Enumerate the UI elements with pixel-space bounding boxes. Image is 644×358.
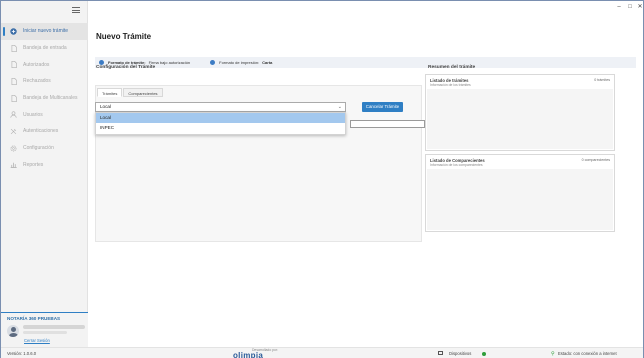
main-content: Nuevo Trámite Formato de trámite: Firma … bbox=[89, 13, 643, 347]
page-title: Nuevo Trámite bbox=[96, 32, 152, 41]
sidebar-item-label: Reportes bbox=[23, 161, 44, 168]
document-icon bbox=[10, 61, 17, 69]
app-window: Iniciar nuevo trámite Bandeja de entrada… bbox=[0, 0, 644, 358]
option-local[interactable]: Local bbox=[96, 113, 345, 123]
config-tabs: Trámites Comparecientes bbox=[97, 88, 164, 97]
sidebar-item-label: Bandeja de Multicanales bbox=[23, 95, 78, 102]
format-infobar: Formato de trámite: Firma bajo autorizac… bbox=[95, 57, 636, 68]
sidebar-item-autenticaciones[interactable]: Autenticaciones bbox=[1, 123, 88, 140]
connection-icon: ⚲ bbox=[551, 350, 555, 357]
card-body bbox=[427, 89, 613, 149]
sidebar-item-label: Iniciar nuevo trámite bbox=[23, 28, 69, 35]
card-count: 0 trámites bbox=[594, 78, 610, 82]
print-format-value: Carta bbox=[262, 60, 273, 65]
document-icon bbox=[10, 94, 17, 102]
bar-chart-icon bbox=[10, 161, 17, 169]
option-inpec[interactable]: INPEC bbox=[96, 123, 345, 133]
devices-icon bbox=[438, 351, 443, 355]
document-icon bbox=[10, 77, 17, 85]
tramite-type-options: Local INPEC bbox=[95, 112, 346, 135]
status-bar: Versión: 1.0.6.0 Desarrollado por: olimp… bbox=[1, 347, 643, 358]
avatar bbox=[7, 325, 19, 337]
connection-status: Estado: con conexión a internet bbox=[558, 351, 617, 356]
user-profile: NOTARÍA 360 PRUEBAS Cerrar Sesión bbox=[1, 312, 88, 347]
devices-link[interactable]: Dispositivos bbox=[449, 351, 471, 356]
card-subtitle: Información de los trámites bbox=[430, 83, 471, 87]
sidebar-item-label: Usuarios bbox=[23, 111, 43, 118]
sidebar-item-label: Autenticaciones bbox=[23, 128, 59, 135]
plus-circle-icon bbox=[10, 28, 17, 35]
tramite-input[interactable] bbox=[350, 120, 425, 128]
print-format-label: Formato de impresión: bbox=[219, 60, 260, 65]
sidebar-item-label: Autorizados bbox=[23, 61, 50, 68]
sidebar-item-bandeja-de-multicanales[interactable]: Bandeja de Multicanales bbox=[1, 90, 88, 107]
brand-logo: olimpia bbox=[233, 351, 264, 358]
tab-tramites[interactable]: Trámites bbox=[97, 88, 123, 97]
tramite-type-select[interactable]: Local ⌄ bbox=[95, 102, 346, 112]
chevron-down-icon: ⌄ bbox=[337, 104, 342, 110]
devices-status-dot-icon bbox=[482, 351, 486, 356]
app-version: Versión: 1.0.6.0 bbox=[7, 351, 37, 356]
sidebar: Iniciar nuevo trámite Bandeja de entrada… bbox=[1, 1, 88, 347]
logout-link[interactable]: Cerrar Sesión bbox=[24, 338, 50, 343]
sidebar-nav: Iniciar nuevo trámite Bandeja de entrada… bbox=[1, 23, 88, 173]
user-name-redacted bbox=[23, 325, 85, 329]
comparecientes-list-card: Listado de Comparecientes Información de… bbox=[425, 154, 615, 232]
title-bar: – □ ✕ bbox=[89, 1, 643, 13]
close-icon[interactable]: ✕ bbox=[634, 3, 644, 11]
sidebar-item-configuracion[interactable]: Configuración bbox=[1, 140, 88, 157]
sidebar-item-label: Bandeja de entrada bbox=[23, 45, 67, 52]
card-body bbox=[427, 169, 613, 230]
gear-icon bbox=[10, 145, 17, 152]
tramites-list-card: Listado de trámites Información de los t… bbox=[425, 74, 615, 151]
sidebar-item-autorizados[interactable]: Autorizados bbox=[1, 56, 88, 73]
organization-name: NOTARÍA 360 PRUEBAS bbox=[7, 316, 61, 321]
sidebar-item-iniciar-nuevo-tramite[interactable]: Iniciar nuevo trámite bbox=[1, 23, 88, 40]
printer-icon bbox=[210, 60, 216, 65]
tools-icon bbox=[10, 128, 17, 135]
config-section-title: Configuración del Trámite bbox=[96, 65, 156, 70]
sidebar-item-usuarios[interactable]: Usuarios bbox=[1, 106, 88, 123]
sidebar-item-reportes[interactable]: Reportes bbox=[1, 157, 88, 174]
user-icon bbox=[10, 111, 17, 119]
select-value: Local bbox=[100, 104, 111, 109]
sidebar-item-rechazados[interactable]: Rechazados bbox=[1, 73, 88, 90]
cancel-tramite-button[interactable]: Cancelar Trámite bbox=[362, 102, 403, 112]
sidebar-item-bandeja-de-entrada[interactable]: Bandeja de entrada bbox=[1, 40, 88, 57]
user-email-redacted bbox=[23, 331, 67, 334]
sidebar-item-label: Configuración bbox=[23, 145, 54, 152]
sidebar-item-label: Rechazados bbox=[23, 78, 51, 85]
card-subtitle: Información de los comparecientes bbox=[430, 163, 483, 167]
summary-section-title: Resumen del trámite bbox=[428, 65, 476, 70]
card-count: 0 comparecientes bbox=[581, 158, 610, 162]
hamburger-menu-icon[interactable] bbox=[72, 7, 80, 14]
tab-comparecientes[interactable]: Comparecientes bbox=[123, 88, 163, 97]
document-icon bbox=[10, 44, 17, 52]
